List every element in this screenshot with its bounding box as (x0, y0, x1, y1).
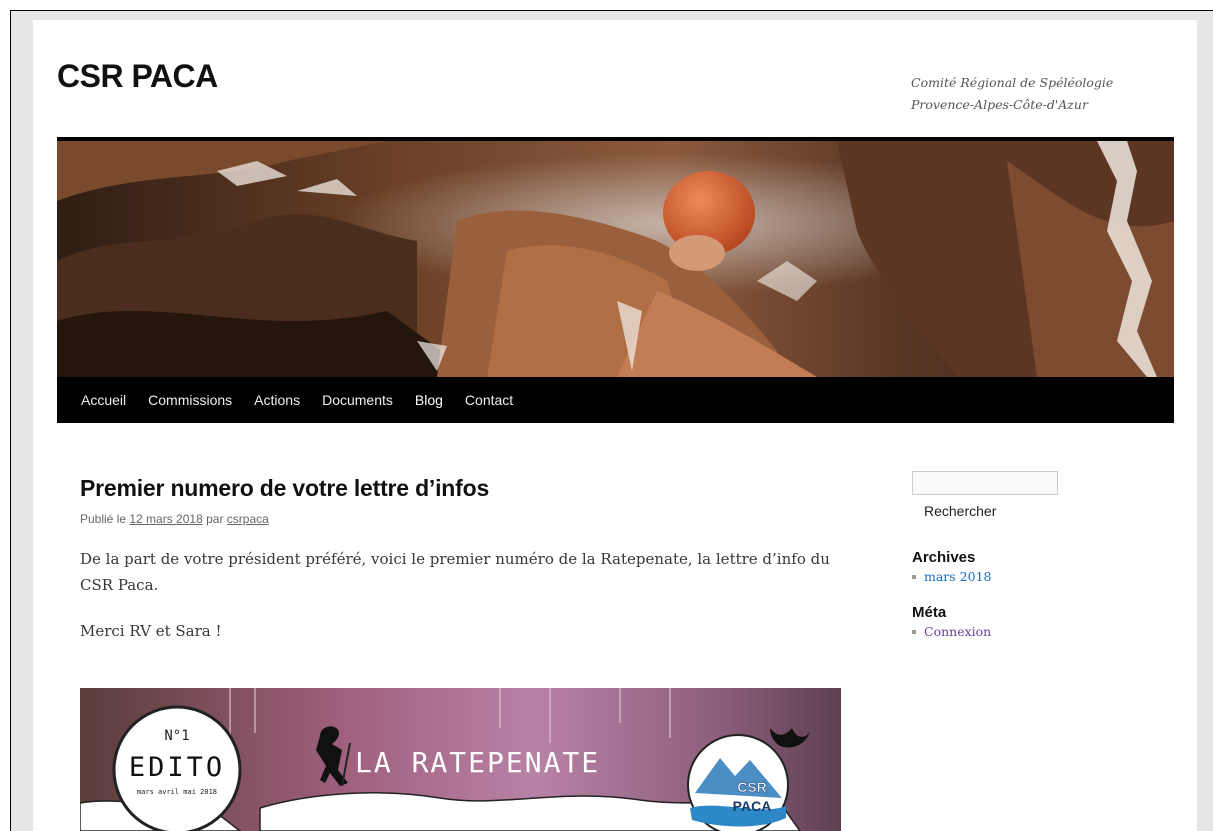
nav-item-commissions[interactable]: Commissions (148, 392, 232, 408)
newsletter-logo-line1: CSR (737, 779, 767, 795)
site-description: Comité Régional de Spéléologie Provence-… (911, 72, 1151, 116)
site-description-line1: Comité Régional de Spéléologie (911, 75, 1114, 90)
archives-title: Archives (912, 549, 976, 566)
site-description-line2: Provence-Alpes-Côte-d'Azur (911, 97, 1088, 112)
main-nav: Accueil Commissions Actions Documents Bl… (57, 377, 1174, 423)
nav-item-blog[interactable]: Blog (415, 392, 443, 408)
newsletter-title: LA RATEPENATE (355, 746, 600, 779)
list-item: mars 2018 (912, 568, 1152, 586)
newsletter-period: mars avril mai 2018 (137, 788, 217, 796)
post-meta: Publié le 12 mars 2018 par csrpaca (80, 512, 850, 526)
nav-item-accueil[interactable]: Accueil (81, 392, 126, 408)
newsletter-logo-line2: PACA (733, 798, 772, 814)
login-link[interactable]: Connexion (918, 624, 991, 639)
main-content: Premier numero de votre lettre d’infos P… (80, 475, 850, 644)
search-button[interactable]: Rechercher (924, 503, 996, 519)
header-image[interactable] (57, 141, 1174, 377)
meta-list: Connexion (912, 623, 1152, 641)
archives-list: mars 2018 (912, 568, 1152, 586)
meta-title: Méta (912, 604, 947, 621)
post-paragraph: De la part de votre président préféré, v… (80, 550, 830, 594)
post-meta-prefix: Publié le (80, 512, 130, 526)
post-author-link[interactable]: csrpaca (227, 512, 269, 526)
page: CSR PACA Comité Régional de Spéléologie … (33, 20, 1197, 831)
newsletter-issue: N°1 (164, 728, 189, 744)
list-item: Connexion (912, 623, 1152, 641)
post-title[interactable]: Premier numero de votre lettre d’infos (80, 475, 850, 502)
archives-widget: Archives mars 2018 (912, 549, 1152, 586)
meta-widget: Méta Connexion (912, 604, 1152, 641)
newsletter-image[interactable]: N°1 EDITO mars avril mai 2018 LA RATEPEN… (80, 688, 841, 831)
site-title[interactable]: CSR PACA (57, 58, 218, 95)
search-input[interactable] (912, 471, 1058, 495)
nav-item-contact[interactable]: Contact (465, 392, 513, 408)
sidebar: Rechercher Archives mars 2018 Méta Conne… (912, 471, 1152, 641)
archive-link[interactable]: mars 2018 (918, 569, 991, 584)
post-content: De la part de votre président préféré, v… (80, 546, 850, 644)
post-date-link[interactable]: 12 mars 2018 (129, 512, 202, 526)
post-paragraph: Merci RV et Sara ! (80, 622, 222, 640)
newsletter-edito: EDITO (129, 752, 225, 783)
nav-item-actions[interactable]: Actions (254, 392, 300, 408)
post-meta-by: par (202, 512, 227, 526)
nav-item-documents[interactable]: Documents (322, 392, 393, 408)
